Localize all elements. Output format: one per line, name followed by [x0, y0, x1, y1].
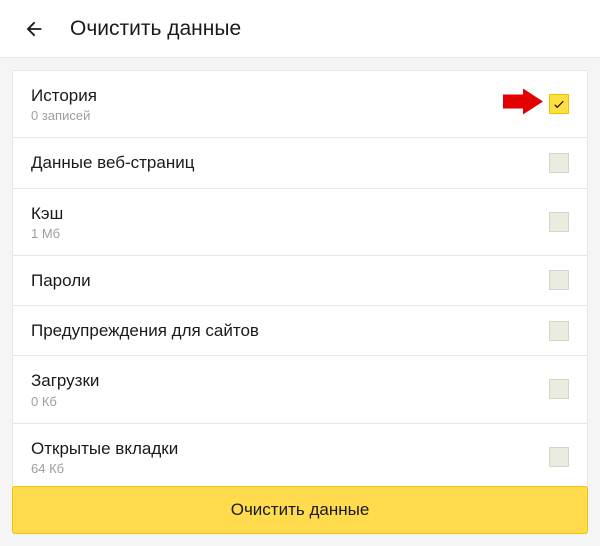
list-item-label: Предупреждения для сайтов [31, 320, 259, 341]
list-item[interactable]: Данные веб-страниц [13, 138, 587, 188]
checkbox[interactable] [549, 212, 569, 232]
clear-data-button[interactable]: Очистить данные [12, 486, 588, 534]
list-item-subtext: 1 Мб [31, 226, 63, 241]
header: Очистить данные [0, 0, 600, 58]
list-item-label: Загрузки [31, 370, 99, 391]
checkbox[interactable] [549, 153, 569, 173]
list-item-label: Пароли [31, 270, 91, 291]
list-item[interactable]: Кэш 1 Мб [13, 189, 587, 256]
list-item-subtext: 64 Кб [31, 461, 178, 476]
checkbox[interactable] [549, 94, 569, 114]
red-arrow-annotation [503, 89, 543, 120]
list-item-text: История 0 записей [31, 85, 97, 123]
checkbox[interactable] [549, 321, 569, 341]
list-item-text: Открытые вкладки 64 Кб [31, 438, 178, 476]
list-item-label: Данные веб-страниц [31, 152, 194, 173]
list-item-subtext: 0 записей [31, 108, 97, 123]
clear-data-button-label: Очистить данные [231, 500, 370, 520]
page-title: Очистить данные [70, 17, 241, 41]
checkmark-icon [552, 97, 566, 111]
list-item[interactable]: Открытые вкладки 64 Кб [13, 424, 587, 490]
list-item-text: Данные веб-страниц [31, 152, 194, 173]
list-item[interactable]: Загрузки 0 Кб [13, 356, 587, 423]
back-button[interactable] [18, 13, 50, 45]
list-item-text: Кэш 1 Мб [31, 203, 63, 241]
checkbox[interactable] [549, 270, 569, 290]
checkbox[interactable] [549, 379, 569, 399]
list-item-label: Открытые вкладки [31, 438, 178, 459]
list-item[interactable]: Предупреждения для сайтов [13, 306, 587, 356]
list-item-text: Предупреждения для сайтов [31, 320, 259, 341]
list-item-label: Кэш [31, 203, 63, 224]
list-item[interactable]: История 0 записей [13, 71, 587, 138]
list-item-text: Загрузки 0 Кб [31, 370, 99, 408]
list-item-text: Пароли [31, 270, 91, 291]
list-item-subtext: 0 Кб [31, 394, 99, 409]
list-item-label: История [31, 85, 97, 106]
clear-data-list: История 0 записей Данные веб-страниц Кэш 1 М… [12, 70, 588, 491]
arrow-left-icon [23, 18, 45, 40]
checkbox[interactable] [549, 447, 569, 467]
list-item[interactable]: Пароли [13, 256, 587, 306]
